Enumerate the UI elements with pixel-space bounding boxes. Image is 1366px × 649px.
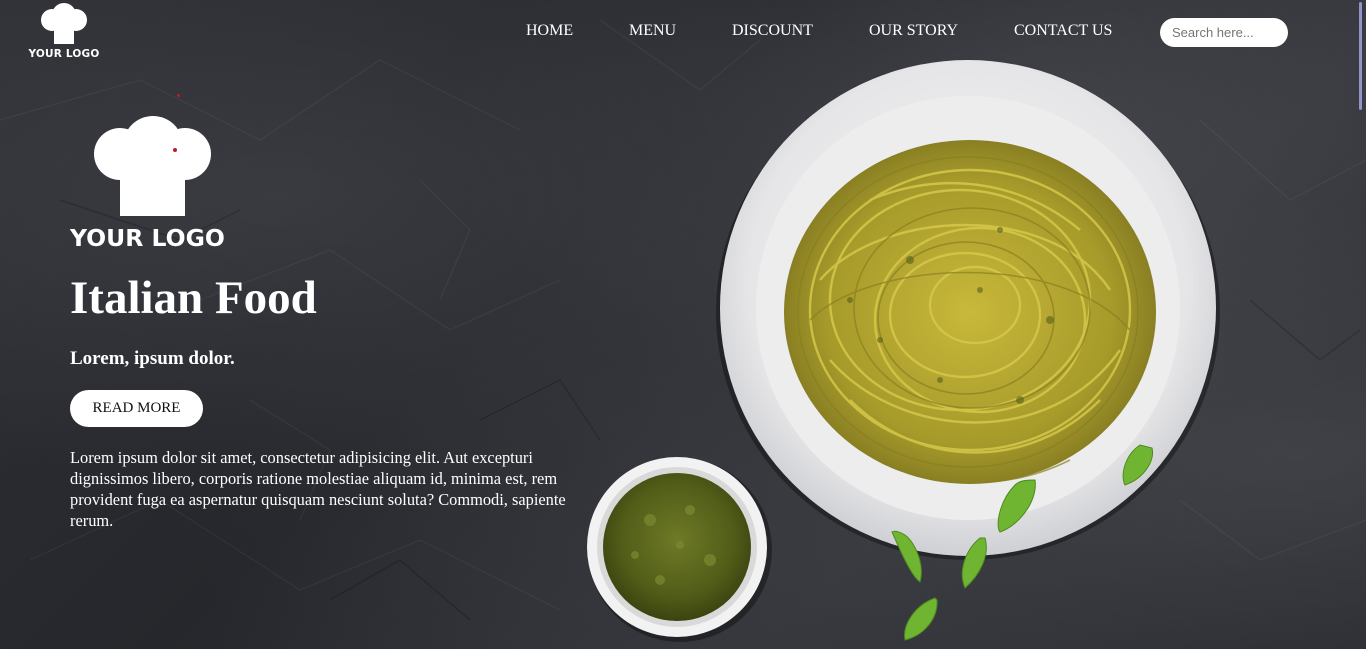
header-logo-text: YOUR LOGO xyxy=(28,48,100,60)
nav-discount[interactable]: DISCOUNT xyxy=(732,22,813,40)
hero-title: Italian Food xyxy=(70,272,317,324)
nav-contact-us[interactable]: CONTACT US xyxy=(1014,22,1112,40)
hero-subtitle: Lorem, ipsum dolor. xyxy=(70,348,235,369)
hero-logo-text: YOUR LOGO xyxy=(70,224,225,252)
nav-home[interactable]: HOME xyxy=(526,22,573,40)
hero-logo: YOUR LOGO xyxy=(68,116,238,254)
hero-description: Lorem ipsum dolor sit amet, consectetur … xyxy=(70,448,566,530)
scrollbar[interactable] xyxy=(1359,2,1362,110)
read-more-button[interactable]: READ MORE xyxy=(70,390,203,427)
search-input[interactable] xyxy=(1160,18,1288,47)
header-logo[interactable]: YOUR LOGO xyxy=(28,2,100,62)
chef-hat-icon xyxy=(41,3,87,44)
pasta-plate-image xyxy=(587,60,1220,642)
nav-our-story[interactable]: OUR STORY xyxy=(869,22,958,40)
chef-hat-icon xyxy=(94,116,211,216)
decorative-dot xyxy=(177,94,180,97)
nav-menu[interactable]: MENU xyxy=(629,22,676,40)
